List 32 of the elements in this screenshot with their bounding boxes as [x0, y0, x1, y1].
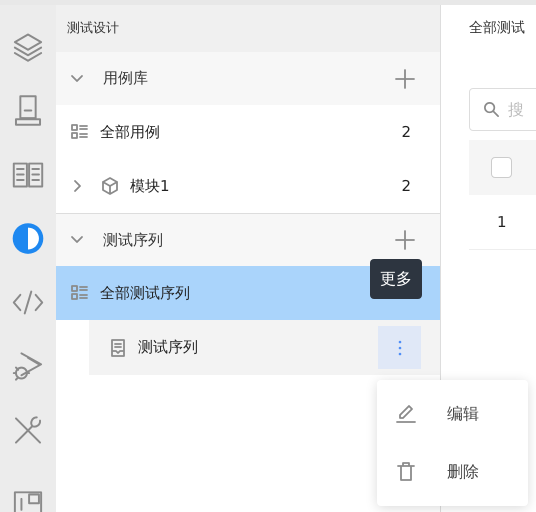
section-label: 测试序列 [103, 230, 164, 251]
main-title: 全部测试 [469, 19, 526, 38]
contrast-icon[interactable] [10, 221, 46, 256]
search-field[interactable]: 搜 [469, 88, 536, 131]
item-count: 2 [401, 176, 411, 197]
table-cell-text: 1 [497, 212, 507, 233]
pencil-icon [395, 403, 417, 425]
more-icon [398, 340, 402, 356]
item-label: 全部用例 [100, 122, 161, 143]
section-label: 用例库 [103, 68, 149, 90]
tree-item[interactable]: 测试序列 [89, 320, 440, 375]
trash-icon [395, 461, 417, 483]
section-header[interactable]: 测试序列 [56, 213, 440, 266]
document-tray-icon [109, 338, 127, 356]
section-header[interactable]: 用例库 [56, 52, 440, 105]
menu-label: 编辑 [447, 403, 479, 425]
tooltip: 更多 [370, 259, 422, 299]
list-icon [71, 284, 89, 302]
menu-item[interactable]: 编辑 [377, 385, 528, 443]
menu-label: 删除 [447, 461, 479, 483]
plus-icon[interactable] [395, 68, 415, 88]
item-label: 模块1 [130, 176, 171, 197]
list-icon [71, 123, 89, 141]
select-all-checkbox[interactable] [491, 157, 512, 178]
panel-title: 测试设计 [67, 20, 119, 38]
item-label: 测试序列 [138, 337, 199, 358]
menu-item[interactable]: 删除 [377, 443, 528, 501]
search-icon [483, 101, 500, 118]
item-label: 全部测试序列 [100, 282, 191, 304]
plus-icon[interactable] [395, 230, 415, 250]
item-count: 2 [401, 122, 411, 143]
cube-icon [101, 177, 119, 195]
